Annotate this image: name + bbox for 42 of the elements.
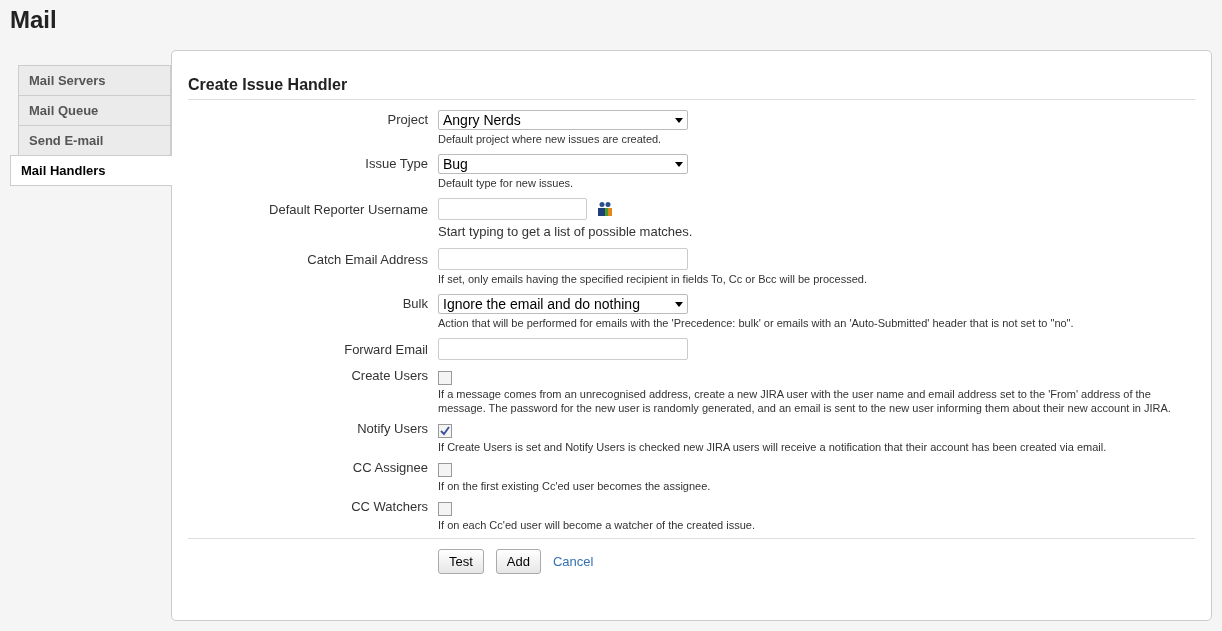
sidebar-tab[interactable]: Send E-mail — [18, 125, 171, 155]
checkbox[interactable] — [438, 463, 452, 477]
field-description: Start typing to get a list of possible matches. — [438, 224, 693, 240]
input-field[interactable] — [438, 248, 688, 270]
field-description: Default type for new issues. — [438, 176, 574, 190]
field-description: Action that will be performed for emails with the 'Precedence: bulk' or emails with an 'Auto-Submitted' header that is not set to "no". — [438, 316, 1074, 330]
caret-icon — [675, 117, 683, 123]
checkbox[interactable] — [438, 371, 452, 385]
sidebar-tab[interactable]: Mail Handlers — [10, 155, 172, 186]
field-label: Project — [386, 111, 428, 129]
field-label: Create Users — [350, 368, 428, 385]
field-label: Catch Email Address — [306, 251, 428, 269]
field-label: CC Assignee — [351, 460, 428, 477]
input-field[interactable] — [438, 198, 587, 220]
page-title: Mail — [10, 6, 58, 35]
field-description: Default project where new issues are created. — [438, 132, 662, 146]
cancel-link[interactable]: Cancel — [553, 554, 594, 569]
checkbox[interactable] — [438, 424, 452, 438]
field-description: If set, only emails having the specified recipient in fields To, Cc or Bcc will be processed. — [438, 272, 867, 286]
dropdown-field[interactable]: Bug — [438, 154, 688, 174]
field-description: If on the first existing Cc'ed user becomes the assignee. — [438, 479, 711, 493]
field-label: Notify Users — [356, 421, 428, 438]
user-picker-icon[interactable] — [597, 201, 613, 217]
sidebar-tab[interactable]: Mail Servers — [18, 65, 171, 95]
field-label: Issue Type — [364, 155, 428, 173]
input-field[interactable] — [438, 338, 688, 360]
field-description: If Create Users is set and Notify Users is checked new JIRA users will receive a notification that their account has been created via email. — [438, 440, 1107, 454]
field-description: If a message comes from an unrecognised address, create a new JIRA user with the user name and email address set to the 'From' address of the message. The password for the new user is randomly generated, and an email is sent to the new user informing them about their new account in JIRA. — [438, 387, 1172, 415]
form-button[interactable]: Add — [495, 549, 541, 574]
field-label: Bulk — [401, 295, 428, 313]
sidebar-tab[interactable]: Mail Queue — [18, 95, 171, 125]
field-label: CC Watchers — [350, 499, 428, 516]
field-description: If on each Cc'ed user will become a watcher of the created issue. — [438, 518, 755, 532]
form-title: Create Issue Handler — [188, 76, 1195, 100]
field-label: Forward Email — [343, 341, 428, 359]
checkbox[interactable] — [438, 502, 452, 516]
caret-icon — [675, 301, 683, 307]
dropdown-field[interactable]: Ignore the email and do nothing — [438, 294, 688, 314]
field-label: Default Reporter Username — [268, 201, 428, 219]
dropdown-field[interactable]: Angry Nerds — [438, 110, 688, 130]
form-button[interactable]: Test — [438, 549, 484, 574]
caret-icon — [675, 161, 683, 167]
